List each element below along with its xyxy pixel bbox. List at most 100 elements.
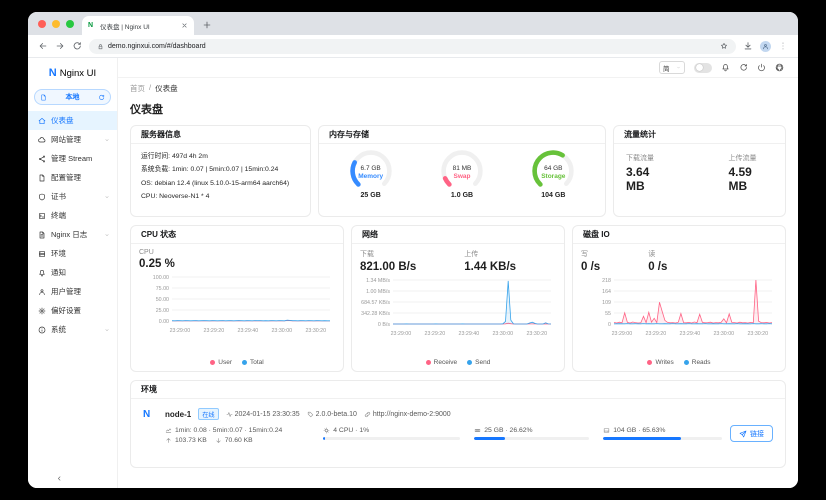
sidebar-item-icon xyxy=(38,193,46,201)
svg-text:75.00: 75.00 xyxy=(156,286,169,292)
sidebar-item-icon xyxy=(38,250,46,258)
sidebar-item-icon xyxy=(38,326,46,334)
sidebar-item[interactable]: 仪表盘 xyxy=(28,111,117,130)
memory-gauge: 6.7 GB Memory 25 GB xyxy=(335,148,407,199)
node-selector-label: 本地 xyxy=(65,94,80,101)
restart-icon[interactable] xyxy=(739,63,748,72)
sidebar-item[interactable]: 管理 Stream xyxy=(28,149,117,168)
gauge-value: 64 GB xyxy=(544,164,563,172)
reload-button[interactable] xyxy=(72,41,82,51)
sidebar-item[interactable]: 系统 xyxy=(28,320,117,339)
stat-block: CPU 0.25 % xyxy=(139,249,175,270)
svg-text:23:29:20: 23:29:20 xyxy=(204,328,225,334)
browser-tab[interactable]: N 仪表盘 | Nginx UI xyxy=(82,16,194,35)
sidebar-item[interactable]: 环境 xyxy=(28,244,117,263)
upload-arrow-icon xyxy=(165,437,172,444)
back-button[interactable] xyxy=(38,41,48,51)
sidebar-collapse-button[interactable] xyxy=(28,468,117,488)
node-load-column: 1min: 0.08 · 5min:0.07 · 15min:0.24 103.… xyxy=(165,427,309,444)
breadcrumb-home[interactable]: 首页 xyxy=(130,83,145,94)
node-network-stats: 103.73 KB 70.60 KB xyxy=(165,437,309,444)
sidebar-item[interactable]: 通知 xyxy=(28,263,117,282)
memory-progress-bar xyxy=(474,437,590,440)
legend-item[interactable]: Total xyxy=(242,359,264,366)
new-tab-button[interactable] xyxy=(202,20,212,30)
sidebar-item-icon xyxy=(38,136,46,144)
github-icon[interactable] xyxy=(775,63,784,72)
card-title: CPU 状态 xyxy=(131,226,343,244)
sidebar: N Nginx UI 本地 仪表盘 网站管理 管理 Stream 配置管理 证书… xyxy=(28,58,118,488)
maximize-window-button[interactable] xyxy=(66,20,74,28)
power-icon[interactable] xyxy=(757,63,766,72)
browser-window: N 仪表盘 | Nginx UI demo.nginxui.com/#/dash… xyxy=(28,12,798,488)
legend-item[interactable]: Receive xyxy=(425,359,457,366)
language-select[interactable]: 简 xyxy=(659,61,685,74)
sidebar-item-icon xyxy=(38,307,46,315)
sidebar-item-icon xyxy=(38,117,46,125)
node-url[interactable]: http://nginx-demo-2:9000 xyxy=(364,411,451,418)
chevron-down-icon xyxy=(104,232,110,238)
notifications-bell-icon[interactable] xyxy=(721,63,730,72)
chevron-down-icon xyxy=(676,65,681,70)
node-updated: 2024-01-15 23:30:35 xyxy=(226,411,300,418)
browser-menu-button[interactable] xyxy=(778,41,788,51)
forward-button[interactable] xyxy=(55,41,65,51)
stat-block: 上传 1.44 KB/s xyxy=(464,251,517,273)
tab-close-icon[interactable] xyxy=(181,22,188,29)
bookmark-star-icon[interactable] xyxy=(720,42,728,50)
legend-item[interactable]: User xyxy=(210,359,232,366)
main-area: 简 首页 / 仪表盘 仪表盘 服务器信息 运行时间: 497d 4h 2m 系统… xyxy=(118,58,798,488)
disk-chart: 218 164 109 55 0 23:29:00 23:29:20 23:29:40 23:3… xyxy=(581,276,777,357)
card-title: 网络 xyxy=(352,226,564,244)
svg-text:1.34 MB/s: 1.34 MB/s xyxy=(366,278,390,284)
stat-block: 下载流量 3.64 MB xyxy=(626,155,654,193)
legend-item[interactable]: Send xyxy=(467,359,490,366)
cpu-chart-legend: User Total xyxy=(139,357,335,368)
svg-text:164: 164 xyxy=(602,289,611,295)
sidebar-item[interactable]: Nginx 日志 xyxy=(28,225,117,244)
language-select-value: 简 xyxy=(663,65,670,73)
topbar: 简 xyxy=(118,58,798,78)
browser-tabstrip: N 仪表盘 | Nginx UI xyxy=(28,12,798,35)
network-chart-legend: Receive Send xyxy=(360,357,556,368)
sidebar-item[interactable]: 网站管理 xyxy=(28,130,117,149)
svg-text:23:30:00: 23:30:00 xyxy=(271,328,292,334)
nginx-ui-app: N Nginx UI 本地 仪表盘 网站管理 管理 Stream 配置管理 证书… xyxy=(28,58,798,488)
disk-stats: 写 0 /s 读 0 /s xyxy=(581,249,777,273)
legend-item[interactable]: Reads xyxy=(683,359,711,366)
disk-chart-legend: Writes Reads xyxy=(581,357,777,368)
address-bar[interactable]: demo.nginxui.com/#/dashboard xyxy=(89,38,736,54)
node-selector[interactable]: 本地 xyxy=(34,89,111,105)
reload-icon[interactable] xyxy=(98,94,105,101)
sidebar-item[interactable]: 终端 xyxy=(28,206,117,225)
link-button[interactable]: 链接 xyxy=(730,425,773,442)
logo-n-mark: N xyxy=(48,67,57,79)
sidebar-item[interactable]: 证书 xyxy=(28,187,117,206)
stat-block: 读 0 /s xyxy=(648,251,668,273)
environment-card: 环境 N node-1 在线 2024-01-15 23:30:35 2.0.0… xyxy=(130,380,786,468)
svg-text:23:29:00: 23:29:00 xyxy=(612,331,633,337)
minimize-window-button[interactable] xyxy=(52,20,60,28)
cards-row-2: CPU 状态 CPU 0.25 % 100.00 75.00 50.00 25.00 0… xyxy=(130,225,786,372)
svg-text:23:29:00: 23:29:00 xyxy=(170,328,191,334)
card-title: 流量统计 xyxy=(614,126,785,144)
sidebar-item[interactable]: 偏好设置 xyxy=(28,301,117,320)
node-cpu-column: 4 CPU · 1% xyxy=(323,427,461,444)
lock-icon xyxy=(97,43,104,50)
downloads-button[interactable] xyxy=(743,41,753,51)
gauge-label: Storage xyxy=(541,172,566,180)
breadcrumb: 首页 / 仪表盘 xyxy=(130,83,786,94)
theme-switch[interactable] xyxy=(694,62,712,73)
gauges: 6.7 GB Memory 25 GB 81 MB Swap 1.0 GB 64 GB Sto… xyxy=(319,144,605,199)
svg-text:0 B/s: 0 B/s xyxy=(378,322,390,328)
gauge-label: Memory xyxy=(358,172,384,180)
cards-row-1: 服务器信息 运行时间: 497d 4h 2m 系统负载: 1min: 0.07 |… xyxy=(130,125,786,217)
legend-item[interactable]: Writes xyxy=(647,359,674,366)
legend-dot xyxy=(467,360,473,365)
legend-dot xyxy=(647,360,653,365)
tab-title: 仪表盘 | Nginx UI xyxy=(100,23,150,31)
sidebar-item[interactable]: 用户管理 xyxy=(28,282,117,301)
sidebar-item[interactable]: 配置管理 xyxy=(28,168,117,187)
profile-avatar[interactable] xyxy=(760,40,771,52)
close-window-button[interactable] xyxy=(38,20,46,28)
